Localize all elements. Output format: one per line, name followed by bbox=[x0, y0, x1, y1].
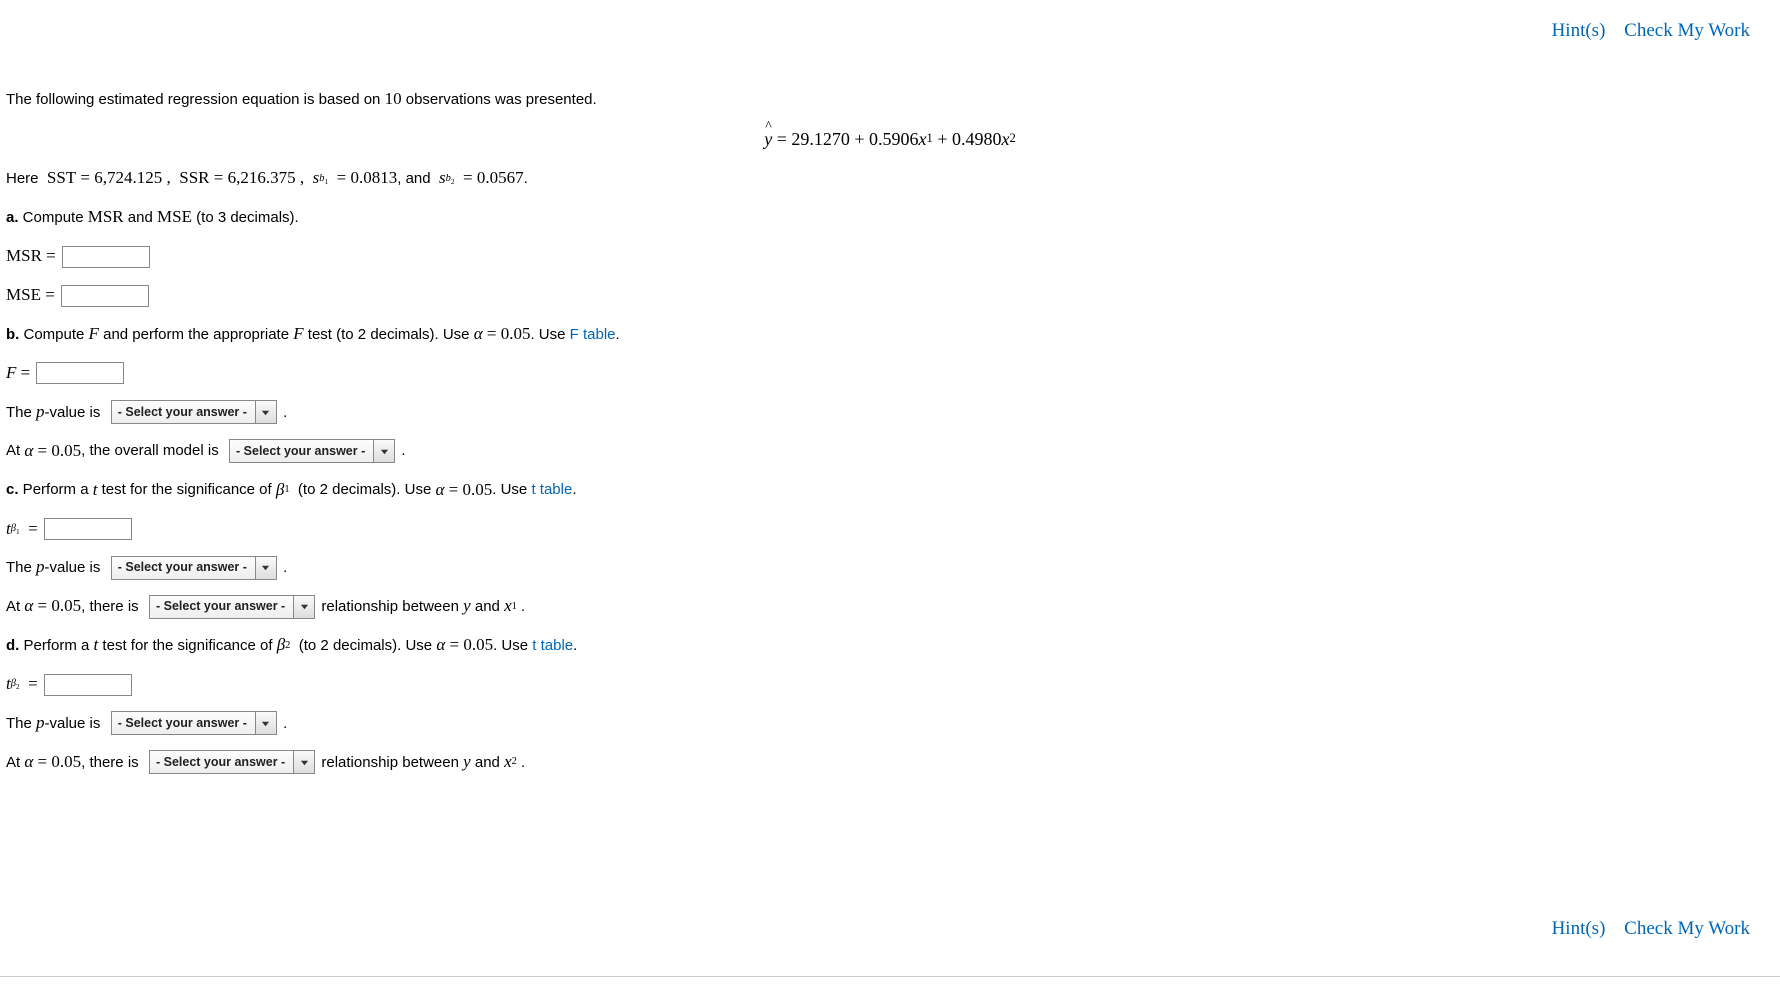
f-input[interactable] bbox=[36, 362, 124, 384]
question-body: The following estimated regression equat… bbox=[6, 80, 1774, 782]
part-c-prompt: c. Perform a t test for the significance… bbox=[6, 471, 1774, 510]
t-table-link[interactable]: t table bbox=[531, 477, 572, 503]
f-row: F = bbox=[6, 354, 1774, 393]
c-relationship-select[interactable]: - Select your answer - bbox=[149, 595, 315, 619]
b-conclusion-row: At α = 0.05 , the overall model is - Sel… bbox=[6, 432, 1774, 471]
f-table-link[interactable]: F table bbox=[570, 322, 616, 348]
footer-divider bbox=[0, 976, 1780, 977]
msr-input[interactable] bbox=[62, 246, 150, 268]
regression-equation: y = 29.1270 + 0.5906 x 1 + 0.4980 x 2 bbox=[6, 119, 1774, 160]
mse-input[interactable] bbox=[61, 285, 149, 307]
msr-row: MSR = bbox=[6, 237, 1774, 276]
mse-row: MSE = bbox=[6, 276, 1774, 315]
t-table-link-2[interactable]: t table bbox=[532, 633, 573, 659]
check-my-work-link-bottom[interactable]: Check My Work bbox=[1624, 918, 1750, 939]
hints-link[interactable]: Hint(s) bbox=[1552, 20, 1606, 41]
top-nav: Hint(s) Check My Work bbox=[1538, 20, 1750, 42]
hints-link-bottom[interactable]: Hint(s) bbox=[1552, 918, 1606, 939]
d-pvalue-row: The p -value is - Select your answer - . bbox=[6, 704, 1774, 743]
chevron-down-icon bbox=[373, 440, 394, 462]
bottom-nav: Hint(s) Check My Work bbox=[1538, 918, 1750, 940]
d-pvalue-select[interactable]: - Select your answer - bbox=[111, 711, 277, 735]
chevron-down-icon bbox=[255, 401, 276, 423]
tbeta1-input[interactable] bbox=[44, 518, 132, 540]
d-relationship-select[interactable]: - Select your answer - bbox=[149, 750, 315, 774]
intro-text: The following estimated regression equat… bbox=[6, 80, 1774, 119]
given-values: Here SST = 6,724.125 , SSR = 6,216.375 ,… bbox=[6, 159, 1774, 198]
chevron-down-icon bbox=[255, 557, 276, 579]
c-pvalue-row: The p -value is - Select your answer - . bbox=[6, 548, 1774, 587]
tbeta1-row: t β1 = bbox=[6, 510, 1774, 549]
part-a-prompt: a. Compute MSR and MSE (to 3 decimals). bbox=[6, 198, 1774, 237]
d-conclusion-row: At α = 0.05 , there is - Select your ans… bbox=[6, 743, 1774, 782]
page-root: Hint(s) Check My Work The following esti… bbox=[0, 0, 1780, 1002]
chevron-down-icon bbox=[293, 596, 314, 618]
part-d-prompt: d. Perform a t test for the significance… bbox=[6, 626, 1774, 665]
check-my-work-link[interactable]: Check My Work bbox=[1624, 20, 1750, 41]
chevron-down-icon bbox=[255, 712, 276, 734]
b-significance-select[interactable]: - Select your answer - bbox=[229, 439, 395, 463]
tbeta2-row: t β2 = bbox=[6, 665, 1774, 704]
c-pvalue-select[interactable]: - Select your answer - bbox=[111, 556, 277, 580]
tbeta2-input[interactable] bbox=[44, 674, 132, 696]
b-pvalue-row: The p -value is - Select your answer - . bbox=[6, 393, 1774, 432]
b-pvalue-select[interactable]: - Select your answer - bbox=[111, 400, 277, 424]
part-b-prompt: b. Compute F and perform the appropriate… bbox=[6, 315, 1774, 354]
chevron-down-icon bbox=[293, 751, 314, 773]
c-conclusion-row: At α = 0.05 , there is - Select your ans… bbox=[6, 587, 1774, 626]
